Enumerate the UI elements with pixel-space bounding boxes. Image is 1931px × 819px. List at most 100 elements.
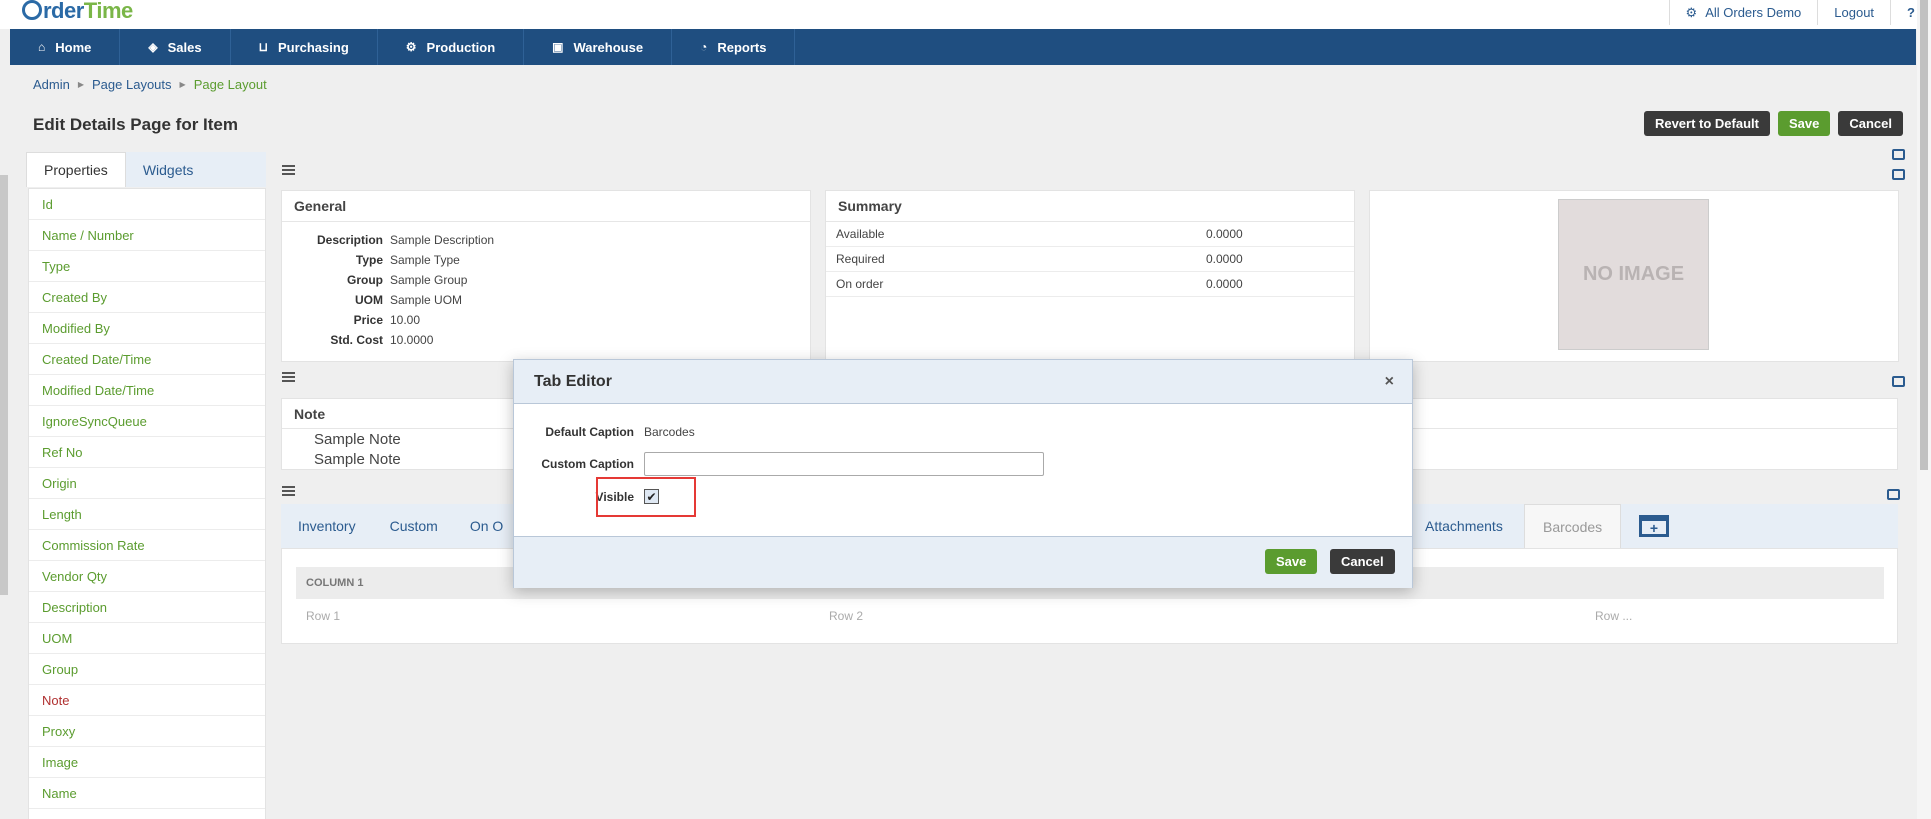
field-label: Type	[355, 253, 383, 267]
general-row: Price 10.00	[282, 310, 810, 330]
properties-list: Id Name / Number Type Created By Modifie…	[28, 188, 266, 819]
tab-attachments[interactable]: Attachments	[1425, 504, 1503, 548]
property-item[interactable]: Vendor Qty	[29, 561, 265, 592]
tab-properties[interactable]: Properties	[26, 152, 126, 187]
row-menu-icon[interactable]	[282, 486, 295, 496]
field-label: On order	[836, 277, 884, 291]
property-item[interactable]: Image	[29, 747, 265, 778]
main-nav: ⌂ Home ◈ Sales ⊔ Purchasing ⚙ Production ▣ Wa…	[10, 29, 1916, 65]
dialog-header: Tab Editor ×	[514, 360, 1412, 404]
nav-label: Home	[55, 39, 92, 55]
row-menu-icon[interactable]	[282, 372, 295, 382]
field-value: 0.0000	[1206, 277, 1243, 291]
custom-caption-input[interactable]	[644, 452, 1044, 476]
row-settings-icon[interactable]	[1892, 169, 1905, 180]
summary-row: On order 0.0000	[826, 272, 1354, 297]
nav-warehouse[interactable]: ▣ Warehouse	[524, 29, 673, 65]
property-item[interactable]: Commission Rate	[29, 530, 265, 561]
nav-label: Production	[426, 39, 496, 55]
grid-cell: Row ...	[1595, 609, 1633, 623]
add-row-icon[interactable]	[1892, 149, 1905, 160]
property-item[interactable]: Group	[29, 654, 265, 685]
chevron-right-icon: ▶	[179, 80, 186, 89]
breadcrumb-page-layouts[interactable]: Page Layouts	[92, 77, 172, 92]
left-scrollbar[interactable]	[0, 175, 8, 595]
tab-settings-icon[interactable]	[1887, 489, 1900, 500]
dialog-save-button[interactable]: Save	[1265, 549, 1318, 574]
property-item[interactable]: IgnoreSyncQueue	[29, 406, 265, 437]
field-label: Available	[836, 227, 885, 241]
property-item[interactable]: Name	[29, 778, 265, 809]
close-icon[interactable]: ×	[1385, 373, 1394, 391]
company-link[interactable]: ⚙ All Orders Demo	[1668, 0, 1818, 25]
nav-purchasing[interactable]: ⊔ Purchasing	[231, 29, 378, 65]
property-item[interactable]: Name / Number	[29, 220, 265, 251]
cancel-button[interactable]: Cancel	[1838, 111, 1903, 136]
page-title: Edit Details Page for Item	[33, 115, 238, 134]
breadcrumb-page-layout: Page Layout	[193, 77, 267, 92]
property-item[interactable]: Modified Date/Time	[29, 375, 265, 406]
field-label: Group	[347, 273, 383, 287]
nav-sales[interactable]: ◈ Sales	[120, 29, 231, 65]
nav-label: Warehouse	[573, 39, 644, 55]
property-item-note[interactable]: Note	[29, 685, 265, 716]
tab-inventory[interactable]: Inventory	[298, 504, 356, 548]
general-row: Description Sample Description	[282, 230, 810, 250]
property-item[interactable]: Created Date/Time	[29, 344, 265, 375]
property-item[interactable]: Length	[29, 499, 265, 530]
property-item[interactable]: Modified By	[29, 313, 265, 344]
tab-editor-dialog: Tab Editor × Default Caption Barcodes Cu…	[513, 359, 1413, 588]
grid-cell: Row 2	[829, 609, 864, 623]
property-item[interactable]: Created By	[29, 282, 265, 313]
breadcrumb-admin[interactable]: Admin	[33, 77, 70, 92]
dialog-cancel-button[interactable]: Cancel	[1330, 549, 1395, 574]
add-tab-icon[interactable]: +	[1639, 515, 1669, 537]
default-caption-row: Default Caption Barcodes	[514, 425, 695, 439]
tag-icon: ◈	[148, 40, 158, 54]
summary-row: Available 0.0000	[826, 222, 1354, 247]
general-row: UOM Sample UOM	[282, 290, 810, 310]
gears-icon: ⚙	[405, 40, 417, 54]
field-value: 10.00	[390, 313, 421, 327]
property-item[interactable]: Description	[29, 592, 265, 623]
nav-label: Reports	[717, 39, 767, 55]
property-item[interactable]: UOM	[29, 623, 265, 654]
field-label: UOM	[355, 293, 383, 307]
top-right-menu: ⚙ All Orders Demo Logout ?	[1668, 0, 1931, 25]
custom-caption-label: Custom Caption	[541, 457, 634, 471]
summary-row: Required 0.0000	[826, 247, 1354, 272]
property-item[interactable]: Ref No	[29, 437, 265, 468]
dialog-title: Tab Editor	[534, 372, 612, 390]
save-button[interactable]: Save	[1777, 111, 1831, 136]
property-item[interactable]: Proxy	[29, 716, 265, 747]
field-label: Std. Cost	[330, 333, 383, 347]
gear-icon: ⚙	[1685, 4, 1698, 20]
tab-widgets[interactable]: Widgets	[126, 152, 211, 187]
vertical-scrollbar[interactable]	[1917, 0, 1931, 819]
tab-custom[interactable]: Custom	[390, 504, 438, 548]
dialog-footer: Save Cancel	[514, 536, 1412, 588]
top-bar: rderTime ⚙ All Orders Demo Logout ?	[0, 0, 1931, 29]
revert-to-default-button[interactable]: Revert to Default	[1643, 111, 1770, 136]
default-caption-value: Barcodes	[644, 425, 695, 439]
general-panel-title: General	[282, 191, 810, 222]
property-item[interactable]: Id	[29, 189, 265, 220]
field-value: Sample UOM	[390, 293, 463, 307]
ordertime-logo[interactable]: rderTime	[22, 0, 133, 24]
breadcrumb: Admin ▶ Page Layouts ▶ Page Layout	[33, 77, 267, 92]
property-item[interactable]: Type	[29, 251, 265, 282]
tab-on-order[interactable]: On O	[470, 504, 503, 548]
field-label: Required	[836, 252, 885, 266]
nav-production[interactable]: ⚙ Production	[378, 29, 525, 65]
logout-link[interactable]: Logout	[1817, 0, 1890, 25]
row-menu-icon[interactable]	[282, 165, 295, 175]
scrollbar-thumb[interactable]	[1920, 0, 1928, 470]
nav-reports[interactable]: ◔ Reports	[672, 29, 796, 65]
tab-barcodes[interactable]: Barcodes	[1524, 504, 1622, 548]
general-panel: General Description Sample Description Ty…	[281, 190, 811, 362]
row-settings-icon[interactable]	[1892, 376, 1905, 387]
cart-icon: ⊔	[258, 40, 268, 54]
property-item[interactable]: Origin	[29, 468, 265, 499]
nav-home[interactable]: ⌂ Home	[10, 29, 121, 65]
field-label: Price	[353, 313, 383, 327]
